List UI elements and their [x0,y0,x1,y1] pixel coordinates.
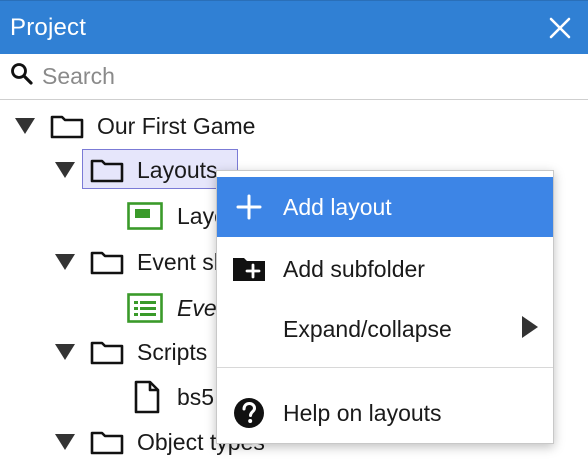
expand-arrow-icon[interactable] [53,431,77,453]
close-icon[interactable] [546,14,574,42]
folder-icon [50,113,84,144]
menu-item-label: Add subfolder [283,255,425,282]
menu-separator [217,367,553,368]
search-icon [10,62,34,91]
layout-icon [127,202,163,235]
project-panel-titlebar: Project [0,0,588,54]
menu-item-label: Add layout [283,193,392,220]
folder-plus-icon [231,251,267,287]
file-icon [134,380,160,419]
menu-item-add-layout[interactable]: Add layout [217,177,553,237]
plus-icon [231,189,267,225]
expand-arrow-icon[interactable] [53,341,77,363]
event-sheet-icon [127,293,163,328]
question-circle-icon [231,395,267,431]
folder-icon [90,157,124,188]
tree-item-label: Scripts [137,338,208,365]
panel-title: Project [10,13,87,41]
search-bar [0,54,588,100]
menu-item-expand-collapse[interactable]: Expand/collapse [217,299,553,359]
folder-icon [90,429,124,460]
folder-icon [90,249,124,280]
folder-icon [90,339,124,370]
menu-item-add-subfolder[interactable]: Add subfolder [217,239,553,299]
tree-item-label: Layouts [137,156,218,183]
menu-item-label: Expand/collapse [283,315,452,342]
menu-item-help-on-layouts[interactable]: Help on layouts [217,383,553,443]
tree-item-label: Our First Game [97,112,256,139]
expand-arrow-icon[interactable] [53,251,77,273]
tree-row-root[interactable]: Our First Game [0,103,588,149]
menu-item-label: Help on layouts [283,399,442,426]
search-input[interactable] [42,63,562,90]
expand-arrow-icon[interactable] [13,115,37,137]
context-menu: Add layout Add subfolder Expand/collapse… [216,170,554,444]
submenu-arrow-icon [521,315,539,344]
expand-arrow-icon[interactable] [53,159,77,181]
